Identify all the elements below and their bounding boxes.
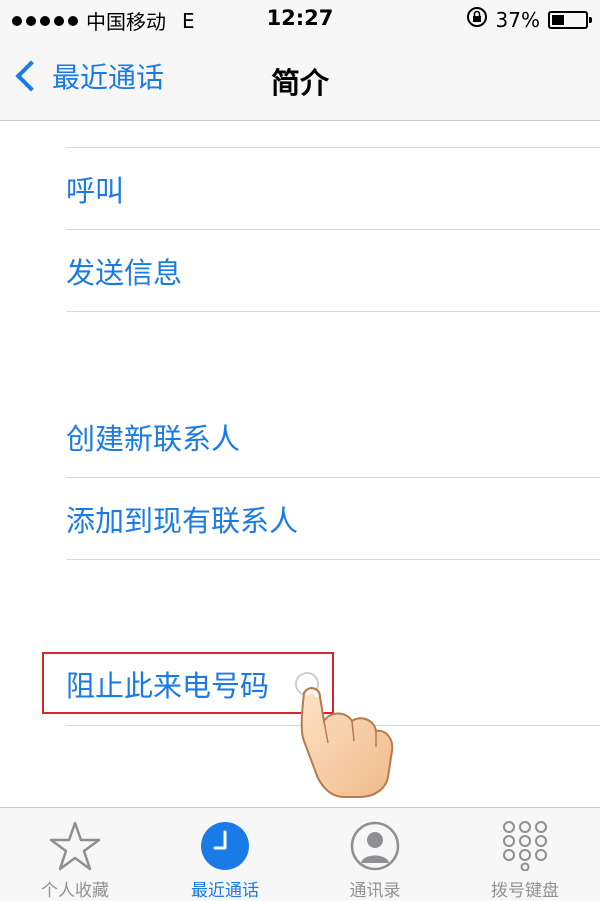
add-to-existing-action[interactable]: 添加到现有联系人 [66,478,600,560]
star-icon [49,820,101,872]
contact-icon [350,820,400,872]
tab-label: 通讯录 [349,881,401,901]
battery-percent: 37% [495,7,540,32]
tab-label: 最近通话 [191,881,259,901]
tab-bar: 个人收藏 最近通话 通讯录 拨号键盘 [0,807,600,901]
divider [66,559,600,560]
status-bar: 中国移动 E 12:27 37% [0,0,600,40]
navigation-bar: 最近通话 简介 [0,40,600,121]
tab-favorites[interactable]: 个人收藏 [0,808,150,901]
divider [66,311,600,312]
tab-contacts[interactable]: 通讯录 [300,808,450,901]
tab-recents[interactable]: 最近通话 [150,808,300,901]
pointing-hand-icon [290,681,400,805]
contact-info-list: 呼叫 发送信息 创建新联系人 添加到现有联系人 阻止此来电号码 [0,121,600,807]
rotation-lock-icon [466,6,488,33]
page-title: 简介 [270,66,329,100]
send-message-action[interactable]: 发送信息 [66,230,600,312]
create-contact-action[interactable]: 创建新联系人 [66,396,600,478]
tab-label: 个人收藏 [41,881,109,901]
tab-label: 拨号键盘 [491,881,559,901]
clock-icon [200,820,250,872]
status-right: 37% [466,6,592,33]
keypad-icon [500,820,550,872]
battery-icon [548,10,592,29]
call-action[interactable]: 呼叫 [66,148,600,230]
tab-keypad[interactable]: 拨号键盘 [450,808,600,901]
